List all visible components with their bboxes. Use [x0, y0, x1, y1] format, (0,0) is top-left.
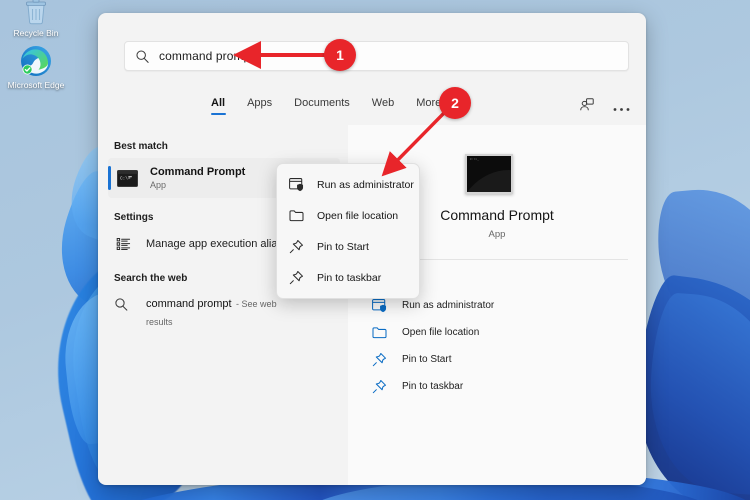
- search-icon: [114, 294, 134, 317]
- account-icon[interactable]: [579, 97, 595, 118]
- preview-action-label: Open file location: [402, 327, 479, 338]
- microsoft-edge-icon: [4, 44, 68, 78]
- desktop: Recycle Bin Microsoft: [0, 0, 750, 500]
- web-result-text: command prompt - See web results: [146, 294, 277, 330]
- preview-action-label: Run as administrator: [402, 300, 494, 311]
- search-input-value: command prompt: [159, 49, 254, 63]
- more-options-icon[interactable]: [613, 99, 630, 117]
- desktop-icon-label-line1: Microsoft: [8, 80, 42, 90]
- annotation-badge-1: 1: [324, 39, 356, 71]
- recycle-bin-icon: [4, 0, 68, 26]
- annotation-badge-2: 2: [439, 87, 471, 119]
- result-text: Command Prompt App: [150, 166, 245, 191]
- web-result-suffix: - See web: [236, 299, 277, 309]
- context-menu-item-pin-to-start[interactable]: Pin to Start: [277, 231, 419, 262]
- web-result-suffix2: results: [146, 317, 173, 327]
- tab-label: Documents: [294, 97, 350, 109]
- search-icon: [135, 49, 150, 64]
- context-menu-label: Pin to Start: [317, 241, 369, 253]
- wallpaper-ribbon: [643, 292, 750, 497]
- pin-icon: [288, 239, 305, 254]
- thumbnail-curve: [465, 170, 513, 194]
- desktop-icon-label: Recycle Bin: [14, 28, 59, 38]
- result-label: Manage app execution alias: [146, 238, 283, 250]
- pin-icon: [370, 352, 388, 367]
- folder-icon: [370, 326, 388, 339]
- preview-action-pin-to-start[interactable]: Pin to Start: [370, 347, 600, 372]
- pin-icon: [288, 270, 305, 285]
- tab-label: Web: [372, 97, 394, 109]
- tab-apps[interactable]: Apps: [247, 97, 272, 115]
- preview-action-list: Run as administrator Open file location: [370, 293, 600, 401]
- search-top-actions: [579, 97, 630, 118]
- shield-window-icon: [288, 178, 305, 192]
- command-prompt-icon: C:\>: [116, 167, 138, 189]
- context-menu-label: Open file location: [317, 210, 398, 222]
- tab-all[interactable]: All: [211, 97, 225, 115]
- context-menu-item-open-file-location[interactable]: Open file location: [277, 200, 419, 231]
- wallpaper-ribbon: [654, 183, 750, 343]
- desktop-icon-microsoft-edge[interactable]: Microsoft Edge: [4, 44, 68, 90]
- desktop-icon-recycle-bin[interactable]: Recycle Bin: [4, 0, 68, 38]
- tab-label: All: [211, 97, 225, 109]
- tab-label: Apps: [247, 97, 272, 109]
- preview-action-pin-to-taskbar[interactable]: Pin to taskbar: [370, 374, 600, 399]
- preview-action-label: Pin to Start: [402, 354, 451, 365]
- search-input[interactable]: command prompt: [124, 41, 629, 71]
- context-menu: Run as administrator Open file location …: [276, 163, 420, 299]
- tab-documents[interactable]: Documents: [294, 97, 350, 115]
- web-result-query: command prompt: [146, 298, 232, 310]
- section-header-best-match: Best match: [98, 135, 348, 158]
- tab-web[interactable]: Web: [372, 97, 394, 115]
- result-subtitle: App: [150, 180, 245, 191]
- context-menu-item-pin-to-taskbar[interactable]: Pin to taskbar: [277, 262, 419, 293]
- svg-text:C:\>: C:\>: [120, 176, 131, 181]
- shield-window-icon: [370, 299, 388, 313]
- result-row-web-search[interactable]: command prompt - See web results: [98, 294, 348, 330]
- result-title: Command Prompt: [150, 166, 245, 179]
- search-filter-tabs: All Apps Documents Web More ▾: [211, 97, 451, 115]
- pin-icon: [370, 379, 388, 394]
- desktop-icon-label-line2: Edge: [45, 80, 65, 90]
- context-menu-label: Run as administrator: [317, 179, 414, 191]
- tab-label: More: [416, 97, 441, 109]
- thumbnail-text: C:\>_: [470, 158, 479, 162]
- context-menu-label: Pin to taskbar: [317, 272, 381, 284]
- preview-action-label: Pin to taskbar: [402, 381, 463, 392]
- folder-icon: [288, 209, 305, 222]
- app-execution-alias-icon: [114, 236, 134, 252]
- app-preview-thumbnail: C:\>_: [465, 154, 513, 194]
- context-menu-item-run-as-administrator[interactable]: Run as administrator: [277, 169, 419, 200]
- preview-action-open-file-location[interactable]: Open file location: [370, 320, 600, 345]
